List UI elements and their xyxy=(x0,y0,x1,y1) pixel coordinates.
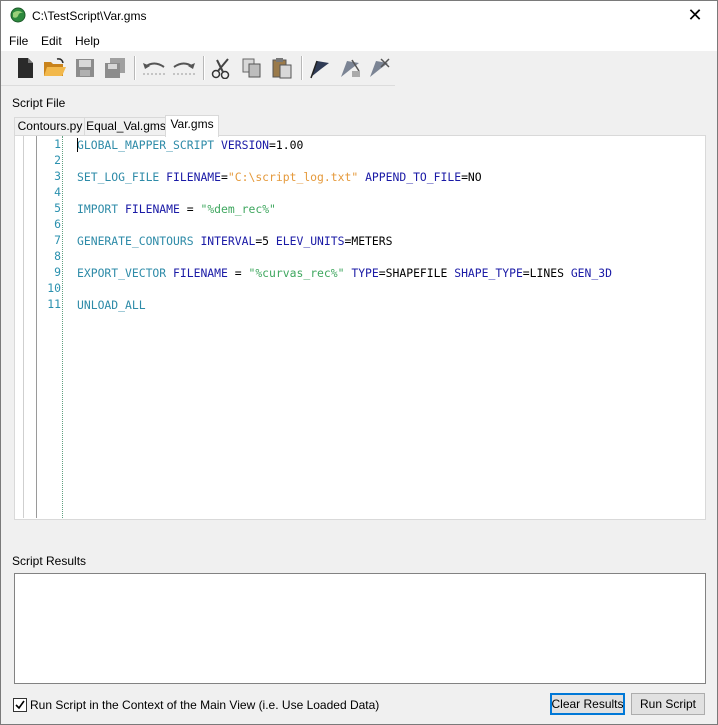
menu-edit[interactable]: Edit xyxy=(41,34,62,48)
close-button[interactable]: ✕ xyxy=(673,1,717,31)
window-title: C:\TestScript\Var.gms xyxy=(32,9,147,23)
save-icon[interactable] xyxy=(71,55,99,81)
save-all-icon[interactable] xyxy=(101,55,129,81)
run-all-icon[interactable] xyxy=(365,55,393,81)
line-number: 10 xyxy=(47,281,61,295)
line-number: 11 xyxy=(47,297,61,311)
toolbar-separator xyxy=(203,56,205,80)
run-selection-icon[interactable] xyxy=(336,55,364,81)
line-number: 2 xyxy=(54,153,61,167)
code-line-5: IMPORT FILENAME = "%dem_rec%" xyxy=(77,202,276,216)
code-line-11: UNLOAD_ALL xyxy=(77,298,146,312)
line-number: 4 xyxy=(54,185,61,199)
line-number: 9 xyxy=(54,265,61,279)
toolbar-separator xyxy=(134,56,136,80)
menu-bar: File Edit Help xyxy=(1,31,717,51)
text-caret xyxy=(77,138,78,152)
script-editor-window: C:\TestScript\Var.gms ✕ File Edit Help S… xyxy=(0,0,718,725)
run-in-context-checkbox[interactable] xyxy=(13,698,27,712)
paste-icon[interactable] xyxy=(268,55,296,81)
script-results-label: Script Results xyxy=(12,554,87,568)
title-bar: C:\TestScript\Var.gms ✕ xyxy=(1,1,717,31)
line-number: 6 xyxy=(54,217,61,231)
line-number: 1 xyxy=(54,137,61,151)
fold-margin-line xyxy=(62,136,63,518)
run-icon[interactable] xyxy=(306,55,334,81)
cut-icon[interactable] xyxy=(208,55,236,81)
run-script-button[interactable]: Run Script xyxy=(631,693,705,715)
line-number: 3 xyxy=(54,169,61,183)
app-globe-icon xyxy=(10,7,26,23)
tab-var-gms[interactable]: Var.gms xyxy=(165,115,219,137)
line-number: 5 xyxy=(54,201,61,215)
clear-results-button[interactable]: Clear Results xyxy=(550,693,625,715)
toolbar xyxy=(1,51,395,86)
menu-help[interactable]: Help xyxy=(75,34,100,48)
line-number: 8 xyxy=(54,249,61,263)
redo-icon[interactable] xyxy=(170,55,198,81)
script-file-label: Script File xyxy=(12,96,66,110)
run-in-context-label[interactable]: Run Script in the Context of the Main Vi… xyxy=(30,698,379,712)
menu-file[interactable]: File xyxy=(9,34,28,48)
tab-contours-py[interactable]: Contours.py xyxy=(14,117,86,136)
tab-equal-val-gms[interactable]: Equal_Val.gms xyxy=(84,117,168,136)
script-results-box[interactable] xyxy=(14,573,706,684)
code-line-7: GENERATE_CONTOURS INTERVAL=5 ELEV_UNITS=… xyxy=(77,234,393,248)
open-folder-icon[interactable] xyxy=(41,55,69,81)
code-line-1: GLOBAL_MAPPER_SCRIPT VERSION=1.00 xyxy=(77,138,304,152)
undo-icon[interactable] xyxy=(140,55,168,81)
toolbar-separator xyxy=(301,56,303,80)
checkmark-icon xyxy=(15,700,25,710)
new-file-icon[interactable] xyxy=(11,55,39,81)
code-line-9: EXPORT_VECTOR FILENAME = "%curvas_rec%" … xyxy=(77,266,612,280)
code-line-3: SET_LOG_FILE FILENAME="C:\script_log.txt… xyxy=(77,170,482,184)
line-number: 7 xyxy=(54,233,61,247)
copy-icon[interactable] xyxy=(238,55,266,81)
code-text-area[interactable]: GLOBAL_MAPPER_SCRIPT VERSION=1.00 SET_LO… xyxy=(77,137,701,517)
